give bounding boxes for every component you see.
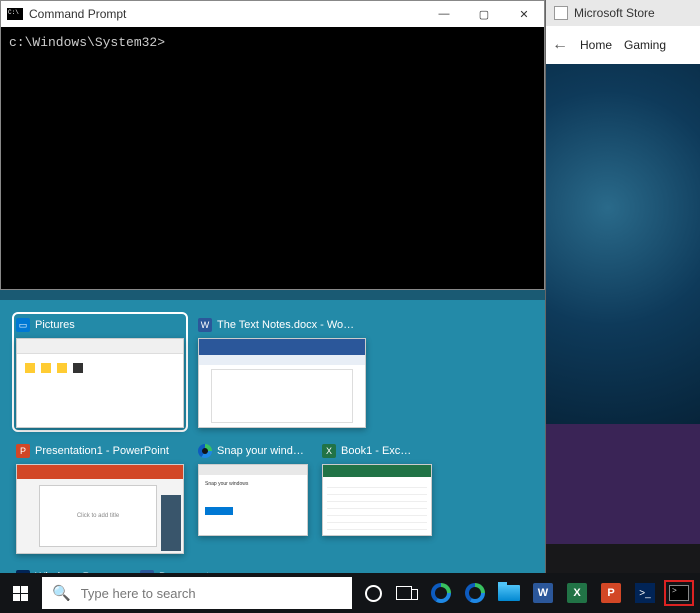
minimize-button[interactable]: — [424, 1, 464, 27]
microsoft-store-window: Microsoft Store ← Home Gaming [545, 0, 700, 573]
cmd-icon [7, 8, 23, 20]
cmd-titlebar[interactable]: Command Prompt — ▢ ✕ [1, 1, 544, 27]
store-content-2[interactable] [546, 544, 700, 574]
excel-icon: X [322, 444, 336, 458]
file-explorer-icon: ▭ [16, 318, 30, 332]
maximize-button[interactable]: ▢ [464, 1, 504, 27]
tile-thumbnail [322, 464, 432, 536]
task-view-icon [396, 586, 418, 600]
search-placeholder: Type here to search [81, 586, 196, 601]
task-view-button[interactable] [390, 573, 424, 613]
store-icon [554, 6, 568, 20]
snap-tile-pictures[interactable]: ▭ Pictures [16, 316, 184, 428]
snap-assist-panel: ▭ Pictures W The Text Notes.docx - Wo… P… [0, 300, 545, 573]
close-button[interactable]: ✕ [504, 1, 544, 27]
snap-tile-excel[interactable]: X Book1 - Exc… [322, 442, 432, 554]
powerpoint-icon: P [16, 444, 30, 458]
tile-thumbnail: Click to add title [16, 464, 184, 554]
taskbar-app-edge[interactable] [424, 573, 458, 613]
edge-icon [198, 444, 212, 458]
taskbar-app-file-explorer[interactable] [492, 573, 526, 613]
taskbar-app-powerpoint[interactable]: P [594, 573, 628, 613]
edge-icon [465, 583, 485, 603]
cmd-title: Command Prompt [29, 7, 424, 21]
back-button[interactable]: ← [552, 36, 568, 54]
store-nav: ← Home Gaming [546, 26, 700, 64]
cmd-prompt-text: c:\Windows\System32> [9, 35, 165, 50]
command-prompt-window: Command Prompt — ▢ ✕ c:\Windows\System32… [0, 0, 545, 290]
snap-tile-edge[interactable]: Snap your windows and 1… Snap your windo… [198, 442, 308, 554]
cortana-icon [365, 585, 382, 602]
tile-thumbnail [16, 338, 184, 428]
excel-icon: X [567, 583, 587, 603]
taskbar: 🔍 Type here to search W X P >_ [0, 573, 700, 613]
tile-title: The Text Notes.docx - Wo… [217, 319, 366, 331]
taskbar-app-powershell[interactable]: >_ [628, 573, 662, 613]
store-content-1[interactable] [546, 424, 700, 544]
window-controls: — ▢ ✕ [424, 1, 544, 27]
ppt-placeholder: Click to add title [39, 485, 157, 547]
tile-title: Pictures [35, 319, 184, 331]
word-icon: W [533, 583, 553, 603]
tile-thumbnail: Snap your windows [198, 464, 308, 536]
tab-gaming[interactable]: Gaming [624, 38, 666, 52]
tile-thumbnail [198, 338, 366, 428]
store-hero-image[interactable] [546, 64, 700, 424]
powerpoint-icon: P [601, 583, 621, 603]
edge-page-heading: Snap your windows [205, 481, 248, 487]
start-button[interactable] [0, 573, 40, 613]
taskbar-app-edge-2[interactable] [458, 573, 492, 613]
taskbar-app-excel[interactable]: X [560, 573, 594, 613]
tile-title: Book1 - Exc… [341, 445, 432, 457]
snap-tile-powerpoint[interactable]: P Presentation1 - PowerPoint Click to ad… [16, 442, 184, 554]
cmd-icon [669, 585, 689, 601]
snap-tile-word-notes[interactable]: W The Text Notes.docx - Wo… [198, 316, 366, 428]
taskbar-app-word[interactable]: W [526, 573, 560, 613]
cmd-terminal[interactable]: c:\Windows\System32> [1, 27, 544, 289]
tile-title: Presentation1 - PowerPoint [35, 445, 184, 457]
store-titlebar[interactable]: Microsoft Store [546, 0, 700, 26]
taskbar-search[interactable]: 🔍 Type here to search [42, 577, 352, 609]
taskbar-app-cmd[interactable] [662, 573, 696, 613]
cortana-button[interactable] [356, 573, 390, 613]
search-icon: 🔍 [52, 584, 71, 602]
tile-title: Snap your windows and 1… [217, 445, 308, 457]
desktop: Command Prompt — ▢ ✕ c:\Windows\System32… [0, 0, 700, 613]
windows-logo-icon [13, 586, 28, 601]
tab-home[interactable]: Home [580, 38, 612, 52]
edge-icon [431, 583, 451, 603]
folder-icon [498, 585, 520, 601]
word-icon: W [198, 318, 212, 332]
powershell-icon: >_ [635, 583, 655, 603]
store-title: Microsoft Store [574, 6, 655, 20]
